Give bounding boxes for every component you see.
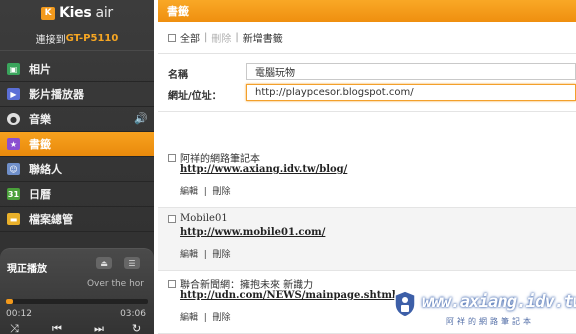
brand-suffix: air [91, 5, 114, 21]
list-item: Mobile01 http://www.mobile01.com/ 編輯 | 刪… [158, 208, 576, 271]
delete-link[interactable]: 刪除 [213, 250, 231, 260]
edit-link[interactable]: 編輯 [180, 313, 198, 323]
name-label: 名稱 [168, 70, 188, 81]
name-field[interactable]: 電腦玩物 [246, 63, 576, 80]
bookmark-url[interactable]: http://www.axiang.idv.tw/blog/ [180, 164, 347, 175]
sidebar-item-video[interactable]: ▶ 影片播放器 [0, 82, 154, 107]
shuffle-icon[interactable]: ⤨ [10, 322, 19, 334]
sidebar-item-contacts[interactable]: ☺ 聯絡人 [0, 157, 154, 182]
progress-fill [6, 299, 14, 304]
sidebar-item-music[interactable]: ● 音樂 🔊 [0, 107, 154, 132]
sidebar-item-label: 聯絡人 [29, 163, 62, 176]
sidebar-item-label: 檔案總管 [29, 213, 73, 226]
sidebar: K Kies air 連接到 GT-P5110 ▣ 相片 ▶ 影片播放器 ● 音… [0, 0, 154, 334]
kies-logo-icon: K [41, 6, 56, 20]
sidebar-item-label: 日曆 [29, 188, 51, 201]
next-icon[interactable]: ⏭ [94, 322, 104, 334]
url-field[interactable]: http://playpcesor.blogspot.com/ [246, 84, 576, 101]
page-title: 書籤 [158, 0, 576, 22]
video-icon: ▶ [7, 88, 20, 100]
speaker-icon[interactable]: 🔊 [134, 112, 148, 125]
sidebar-item-label: 書籤 [29, 138, 51, 151]
list-item: 阿祥的網路筆記本 http://www.axiang.idv.tw/blog/ … [158, 145, 576, 208]
now-playing-title: 現正播放 [7, 264, 47, 275]
progress-bar[interactable] [6, 299, 148, 304]
select-all-label[interactable]: 全部 [180, 30, 200, 45]
previous-icon[interactable]: ⏮ [52, 322, 62, 334]
eject-icon[interactable]: ⏏ [96, 257, 112, 269]
delete-link[interactable]: 刪除 [213, 187, 231, 197]
bookmark-icon: ★ [7, 138, 20, 150]
connection-prefix: 連接到 [35, 34, 66, 46]
watermark: www.axiang.idv.tw 阿祥的網路筆記本 [384, 280, 576, 334]
sidebar-item-calendar[interactable]: 31 日曆 [0, 182, 154, 207]
total-time: 03:06 [120, 309, 146, 319]
photo-icon: ▣ [7, 63, 20, 75]
toolbar: 全部 | 刪除 | 新增書籤 [158, 22, 576, 54]
bookmark-checkbox[interactable] [168, 214, 176, 223]
watermark-logo-icon [394, 290, 416, 318]
music-icon: ● [7, 113, 20, 125]
brand-name: Kies [59, 5, 92, 21]
bookmark-url[interactable]: http://www.mobile01.com/ [180, 227, 325, 238]
calendar-icon: 31 [7, 188, 20, 200]
add-bookmark-button[interactable]: 新增書籤 [243, 30, 283, 45]
elapsed-time: 00:12 [6, 309, 32, 319]
contacts-icon: ☺ [7, 163, 20, 175]
sidebar-item-label: 音樂 [29, 113, 51, 126]
sidebar-item-label: 相片 [29, 63, 51, 76]
sidebar-item-photos[interactable]: ▣ 相片 [0, 57, 154, 82]
select-all-checkbox[interactable] [168, 33, 176, 42]
bookmark-checkbox[interactable] [168, 153, 176, 162]
folder-icon: ▬ [7, 213, 20, 225]
watermark-text: www.axiang.idv.tw [422, 292, 576, 312]
sidebar-divider [0, 50, 154, 51]
sidebar-item-bookmarks[interactable]: ★ 書籤 [0, 132, 154, 157]
bookmark-url[interactable]: http://udn.com/NEWS/mainpage.shtml [180, 290, 396, 301]
url-label: 網址/位址： [168, 91, 222, 102]
bookmark-checkbox[interactable] [168, 279, 176, 288]
now-playing-panel: 現正播放 ⏏ ☰ Over the hor 00:12 03:06 ⤨ ⏮ ⏭ … [0, 248, 154, 334]
delete-link[interactable]: 刪除 [213, 313, 231, 323]
playlist-icon[interactable]: ☰ [124, 257, 140, 269]
connection-status: 連接到 GT-P5110 [0, 26, 154, 50]
song-title: Over the hor [86, 279, 144, 289]
watermark-subtitle: 阿祥的網路筆記本 [446, 317, 534, 326]
delete-button[interactable]: 刪除 [211, 30, 231, 45]
bookmark-form: 名稱 電腦玩物 網址/位址： http://playpcesor.blogspo… [158, 54, 576, 112]
device-name: GT-P5110 [65, 32, 119, 44]
repeat-icon[interactable]: ↻ [132, 322, 141, 334]
sidebar-item-label: 影片播放器 [29, 88, 84, 101]
bookmark-name: 阿祥的網路筆記本 [180, 154, 260, 165]
sidebar-nav: ▣ 相片 ▶ 影片播放器 ● 音樂 🔊 ★ 書籤 ☺ 聯絡人 31 日曆 ▬ 檔… [0, 57, 154, 232]
edit-link[interactable]: 編輯 [180, 187, 198, 197]
edit-link[interactable]: 編輯 [180, 250, 198, 260]
app-logo: K Kies air [0, 0, 154, 26]
sidebar-item-files[interactable]: ▬ 檔案總管 [0, 207, 154, 232]
bookmark-name: 聯合新聞網：擁抱未來 新識力 [180, 280, 314, 291]
bookmark-name: Mobile01 [180, 213, 228, 224]
